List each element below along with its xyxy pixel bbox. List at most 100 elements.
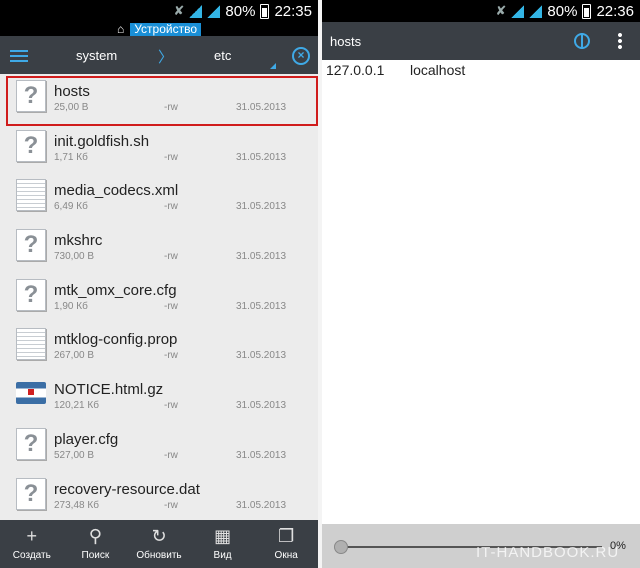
wifi-signal-icon — [189, 4, 203, 18]
bottom-button-label: Поиск — [81, 550, 110, 561]
scroll-percent: 0% — [610, 540, 626, 552]
more-options-icon[interactable] — [618, 32, 622, 50]
file-permissions: -rw — [164, 102, 178, 113]
file-permissions: -rw — [164, 499, 178, 511]
plus-icon: + — [26, 526, 38, 546]
file-name: mtklog-config.prop — [54, 331, 178, 349]
file-size: 120,21 Кб — [54, 400, 99, 412]
file-permissions: -rw — [164, 251, 178, 263]
bottom-button-2[interactable]: ↻ Обновить — [129, 520, 189, 561]
file-permissions: -rw — [164, 201, 178, 213]
unknown-file-icon — [16, 80, 46, 112]
file-date: 31.05.2013 — [236, 201, 287, 213]
usb-debug-icon: ✘ — [173, 3, 185, 18]
cell-signal-icon — [207, 4, 221, 18]
breadcrumb-etc[interactable]: etc — [214, 48, 231, 63]
close-icon[interactable]: × — [292, 47, 310, 65]
file-row[interactable]: hosts 25,00 B -rw 31.05.2013 — [0, 74, 318, 126]
bottom-button-0[interactable]: + Создать — [2, 520, 62, 561]
file-permissions: -rw — [164, 449, 178, 461]
bottom-button-4[interactable]: ❐ Окна — [256, 520, 316, 561]
file-permissions: -rw — [164, 400, 178, 412]
file-permissions: -rw — [164, 350, 178, 362]
status-bar: ✘ 80% 22:35 — [0, 0, 318, 22]
path-toolbar: system 〉 etc × — [0, 36, 318, 74]
bottom-button-label: Создать — [12, 550, 51, 561]
status-bar-right: ✘ 80% 22:36 — [322, 0, 640, 22]
scroll-bar-area: IT-HANDBOOK.RU 0% — [322, 524, 640, 568]
home-icon[interactable]: ⌂ — [117, 23, 124, 35]
text-editor-screen: ✘ 80% 22:36 hosts 127.0.0.1 localhost IT-… — [322, 0, 640, 568]
breadcrumb-separator-icon: 〉 — [158, 49, 174, 66]
wifi-signal-icon — [511, 4, 525, 18]
file-name: player.cfg — [54, 430, 119, 448]
file-permissions: -rw — [164, 151, 178, 163]
file-size: 6,49 Кб — [54, 201, 88, 213]
editor-toolbar: hosts — [322, 22, 640, 60]
search-icon: ⚲ — [88, 526, 102, 546]
file-name: init.goldfish.sh — [54, 132, 150, 150]
file-name: media_codecs.xml — [54, 182, 179, 200]
battery-icon — [260, 3, 270, 19]
file-size: 267,00 B — [54, 350, 95, 362]
file-size: 25,00 B — [54, 102, 89, 113]
hosts-ip: 127.0.0.1 — [326, 62, 385, 78]
usb-debug-icon: ✘ — [495, 3, 507, 18]
text-file-icon — [16, 179, 46, 212]
scroll-slider-knob[interactable] — [334, 540, 348, 554]
archive-file-icon — [16, 378, 46, 410]
breadcrumb-system[interactable]: system — [76, 48, 117, 63]
file-date: 31.05.2013 — [236, 400, 287, 412]
bottom-button-3[interactable]: ▦ Вид — [193, 520, 253, 561]
globe-icon[interactable] — [574, 33, 590, 49]
file-row[interactable]: NOTICE.html.gz 120,21 Кб -rw 31.05.2013 — [0, 372, 318, 422]
file-name: hosts — [54, 83, 90, 100]
watermark: IT-HANDBOOK.RU — [476, 544, 620, 561]
bottom-button-label: Обновить — [136, 550, 182, 561]
file-row[interactable]: mtklog-config.prop 267,00 B -rw 31.05.2013 — [0, 322, 318, 372]
file-size: 273,48 Кб — [54, 499, 99, 511]
file-row[interactable]: media_codecs.xml 6,49 Кб -rw 31.05.2013 — [0, 173, 318, 223]
file-date: 31.05.2013 — [236, 251, 287, 263]
device-strip: ⌂ Устройство — [0, 22, 318, 36]
menu-icon[interactable] — [10, 50, 28, 62]
file-date: 31.05.2013 — [236, 300, 287, 312]
unknown-file-icon — [16, 129, 46, 162]
file-size: 527,00 B — [54, 449, 95, 461]
text-file-icon — [16, 328, 46, 361]
dropdown-corner-icon[interactable] — [270, 63, 276, 69]
refresh-icon: ↻ — [151, 526, 167, 546]
windows-icon: ❐ — [278, 526, 295, 546]
bottom-button-label: Вид — [213, 550, 232, 561]
file-row[interactable]: recovery-resource.dat273,48 Кб -rw 31.05.2… — [0, 472, 318, 521]
file-list: hosts25,00 B-rw31.05.2013init.goldfish.s… — [0, 74, 318, 520]
file-row[interactable]: mtk_omx_core.cfg1,90 Кб -rw 31.05.2013 — [0, 273, 318, 323]
file-permissions: -rw — [164, 300, 178, 312]
file-row[interactable]: player.cfg527,00 B -rw 31.05.2013 — [0, 422, 318, 472]
device-label[interactable]: Устройство — [130, 22, 202, 36]
file-name: NOTICE.html.gz — [54, 381, 164, 399]
cell-signal-icon — [529, 4, 543, 18]
bottom-button-1[interactable]: ⚲ Поиск — [65, 520, 125, 561]
file-row[interactable]: init.goldfish.sh1,71 Кб -rw 31.05.2013 — [0, 124, 318, 174]
status-time: 22:35 — [274, 2, 312, 20]
file-date: 31.05.2013 — [236, 102, 287, 113]
file-date: 31.05.2013 — [236, 151, 287, 163]
grid-icon: ▦ — [214, 526, 232, 546]
file-content[interactable]: 127.0.0.1 localhost — [326, 62, 465, 78]
file-name: mkshrc — [54, 232, 103, 250]
unknown-file-icon — [16, 427, 46, 460]
file-title: hosts — [330, 34, 362, 49]
file-date: 31.05.2013 — [236, 449, 287, 461]
file-manager-screen: ✘ 80% 22:35 ⌂ Устройство system 〉 etc × … — [0, 0, 318, 568]
status-time: 22:36 — [596, 2, 634, 20]
file-size: 1,90 Кб — [54, 300, 88, 312]
file-size: 1,71 Кб — [54, 151, 88, 163]
file-row[interactable]: mkshrc730,00 B -rw 31.05.2013 — [0, 223, 318, 273]
file-name: recovery-resource.dat — [54, 480, 200, 498]
battery-percent: 80% — [225, 2, 256, 20]
unknown-file-icon — [16, 278, 46, 311]
file-date: 31.05.2013 — [236, 499, 287, 511]
unknown-file-icon — [16, 229, 46, 262]
file-date: 31.05.2013 — [236, 350, 287, 362]
